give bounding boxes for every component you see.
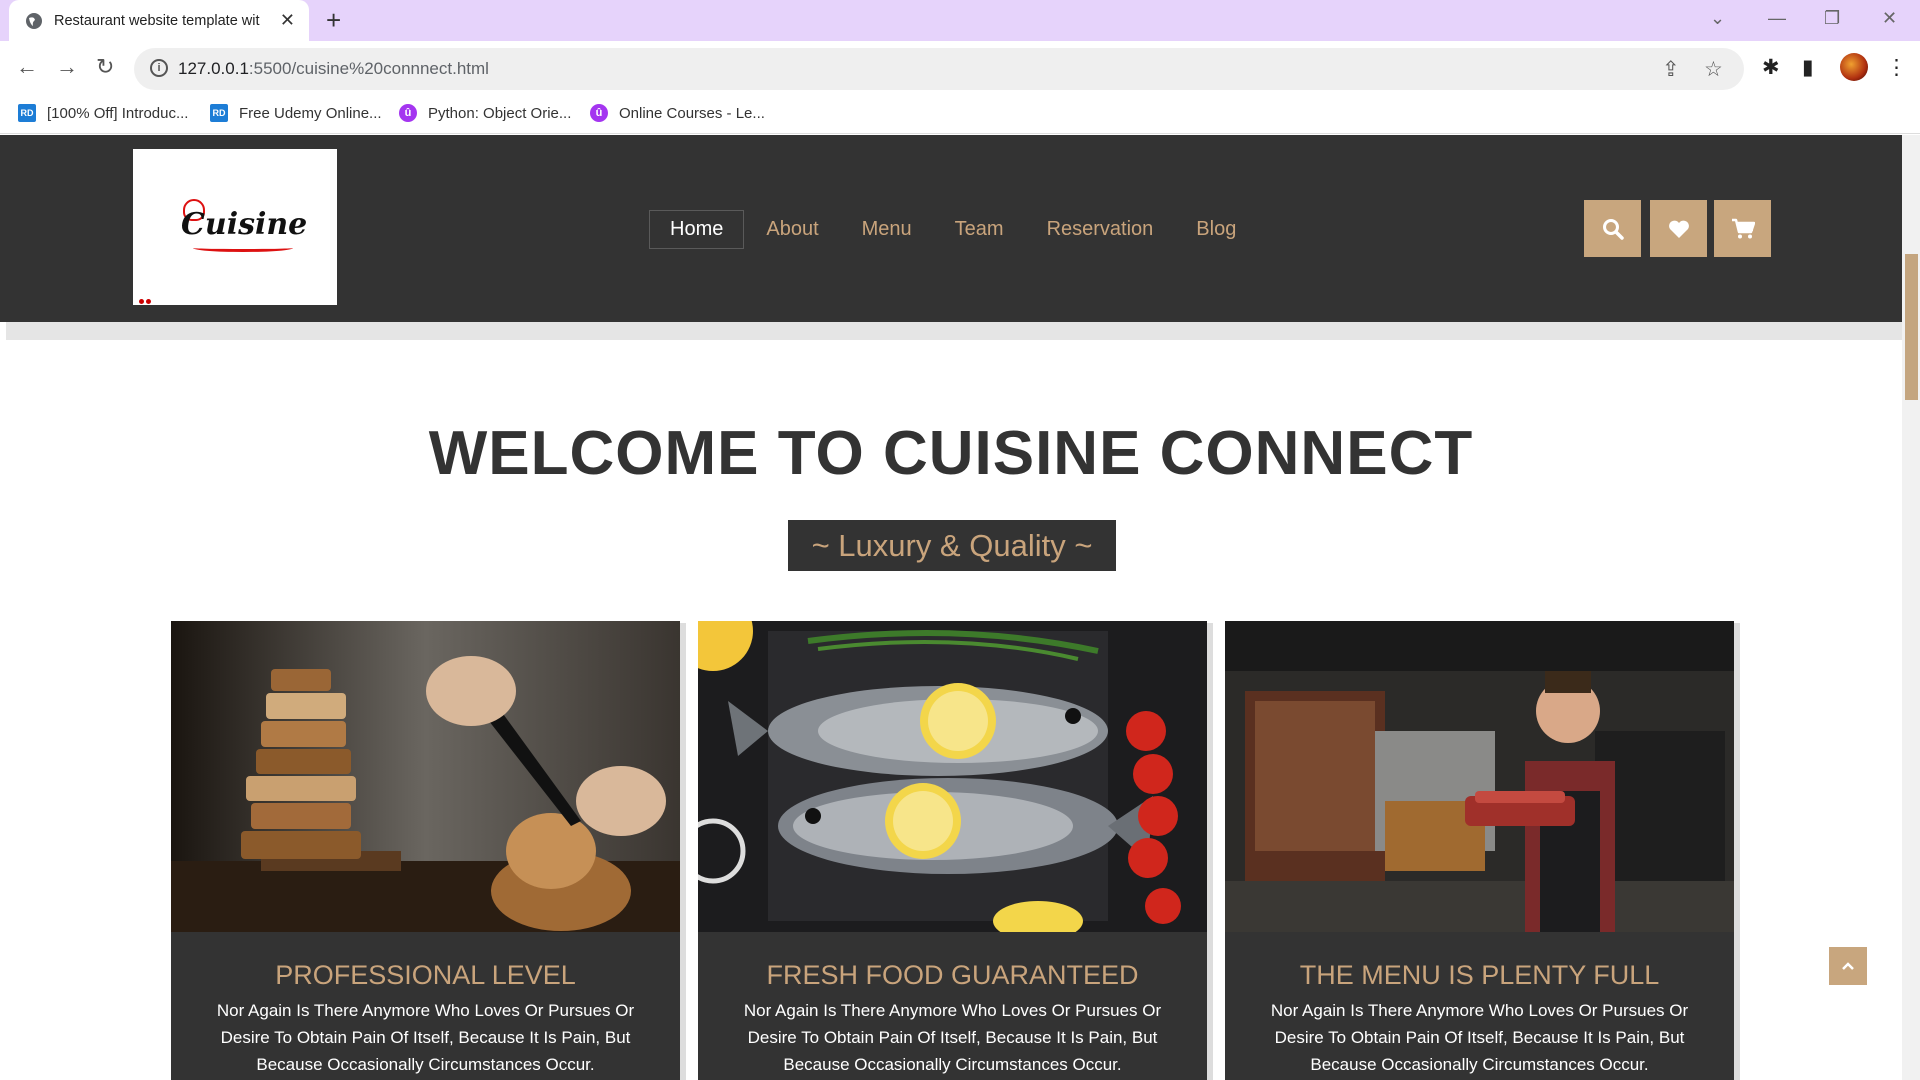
tab-search-icon[interactable]: ⌄: [1710, 8, 1725, 29]
menu-dots-icon[interactable]: ⋮: [1886, 55, 1907, 80]
logo-text: Cuisine: [181, 207, 308, 242]
share-icon[interactable]: ⇪: [1662, 57, 1680, 82]
page-subtitle: ~ Luxury & Quality ~: [788, 520, 1116, 571]
nav-team[interactable]: Team: [934, 210, 1025, 249]
web-page: Cuisine Home About Menu Team Reservation…: [0, 135, 1902, 1080]
udemy-icon: û: [399, 104, 417, 122]
nav-menu[interactable]: Menu: [841, 210, 933, 249]
card-title: THE MENU IS PLENTY FULL: [1299, 960, 1660, 990]
bookmark-item[interactable]: û Python: Object Orie...: [399, 104, 571, 122]
nav-blog[interactable]: Blog: [1175, 210, 1257, 249]
fish-lemon-photo: [698, 621, 1207, 932]
browser-tab[interactable]: Restaurant website template wit ✕: [9, 0, 309, 41]
globe-icon: [26, 12, 42, 29]
search-button[interactable]: [1584, 200, 1641, 257]
back-icon[interactable]: ←: [16, 55, 38, 79]
bookmarks-bar: RD [100% Off] Introduc... RD Free Udemy …: [0, 98, 1920, 134]
cart-icon: [1731, 218, 1755, 238]
header-divider: [6, 322, 1902, 340]
rd-icon: RD: [210, 104, 228, 122]
chevron-up-icon: [1842, 962, 1854, 970]
bookmark-item[interactable]: RD Free Udemy Online...: [210, 104, 382, 122]
scrollbar-thumb[interactable]: [1905, 254, 1918, 400]
card-text: Nor Again Is There Anymore Who Loves Or …: [743, 1001, 1162, 1074]
search-icon: [1602, 218, 1624, 240]
udemy-icon: û: [590, 104, 608, 122]
extensions-icon[interactable]: ✱: [1762, 55, 1780, 80]
bookmark-item[interactable]: RD [100% Off] Introduc...: [18, 104, 188, 122]
reload-icon[interactable]: ↻: [96, 55, 114, 79]
nav-home[interactable]: Home: [649, 210, 745, 249]
wishlist-button[interactable]: [1650, 200, 1707, 257]
card-text: Nor Again Is There Anymore Who Loves Or …: [1270, 1001, 1689, 1074]
profile-avatar[interactable]: [1840, 53, 1868, 81]
close-window-button[interactable]: ✕: [1882, 8, 1897, 29]
close-tab-icon[interactable]: ✕: [280, 10, 295, 31]
page-title: WELCOME TO CUISINE CONNECT: [428, 419, 1474, 488]
browser-toolbar: ← → ↻ i 127.0.0.1:5500/cuisine%20connnec…: [0, 41, 1920, 98]
side-panel-icon[interactable]: ▮: [1802, 55, 1814, 80]
minimize-button[interactable]: —: [1768, 8, 1786, 29]
nav-reservation[interactable]: Reservation: [1026, 210, 1175, 249]
rd-icon: RD: [18, 104, 36, 122]
chef-kitchen-photo: [1225, 621, 1734, 932]
browser-tab-bar: Restaurant website template wit ✕ + ⌄ — …: [0, 0, 1920, 41]
nav-about[interactable]: About: [745, 210, 839, 249]
site-header: Cuisine Home About Menu Team Reservation…: [0, 135, 1902, 322]
heart-icon: [1668, 220, 1689, 238]
url-text: 127.0.0.1:5500/cuisine%20connnect.html: [178, 59, 489, 78]
site-logo[interactable]: Cuisine: [133, 149, 337, 305]
feature-card: THE MENU IS PLENTY FULL Nor Again Is The…: [1225, 621, 1734, 1080]
card-title: FRESH FOOD GUARANTEED: [766, 960, 1139, 990]
feature-card: FRESH FOOD GUARANTEED Nor Again Is There…: [698, 621, 1207, 1080]
cart-button[interactable]: [1714, 200, 1771, 257]
card-text: Nor Again Is There Anymore Who Loves Or …: [216, 1001, 635, 1074]
site-info-icon[interactable]: i: [150, 59, 168, 77]
new-tab-button[interactable]: +: [326, 7, 341, 33]
tab-title: Restaurant website template wit: [54, 12, 260, 29]
main-nav: Home About Menu Team Reservation Blog: [649, 210, 1258, 249]
restore-button[interactable]: ❐: [1824, 8, 1840, 29]
card-title: PROFESSIONAL LEVEL: [275, 960, 576, 990]
address-bar[interactable]: i 127.0.0.1:5500/cuisine%20connnect.html…: [134, 48, 1744, 90]
bookmark-item[interactable]: û Online Courses - Le...: [590, 104, 765, 122]
forward-icon[interactable]: →: [56, 55, 78, 79]
feature-card: PROFESSIONAL LEVEL Nor Again Is There An…: [171, 621, 680, 1080]
bread-cutting-photo: [171, 621, 680, 932]
scroll-to-top-button[interactable]: [1829, 947, 1867, 985]
bookmark-star-icon[interactable]: ☆: [1704, 57, 1723, 82]
